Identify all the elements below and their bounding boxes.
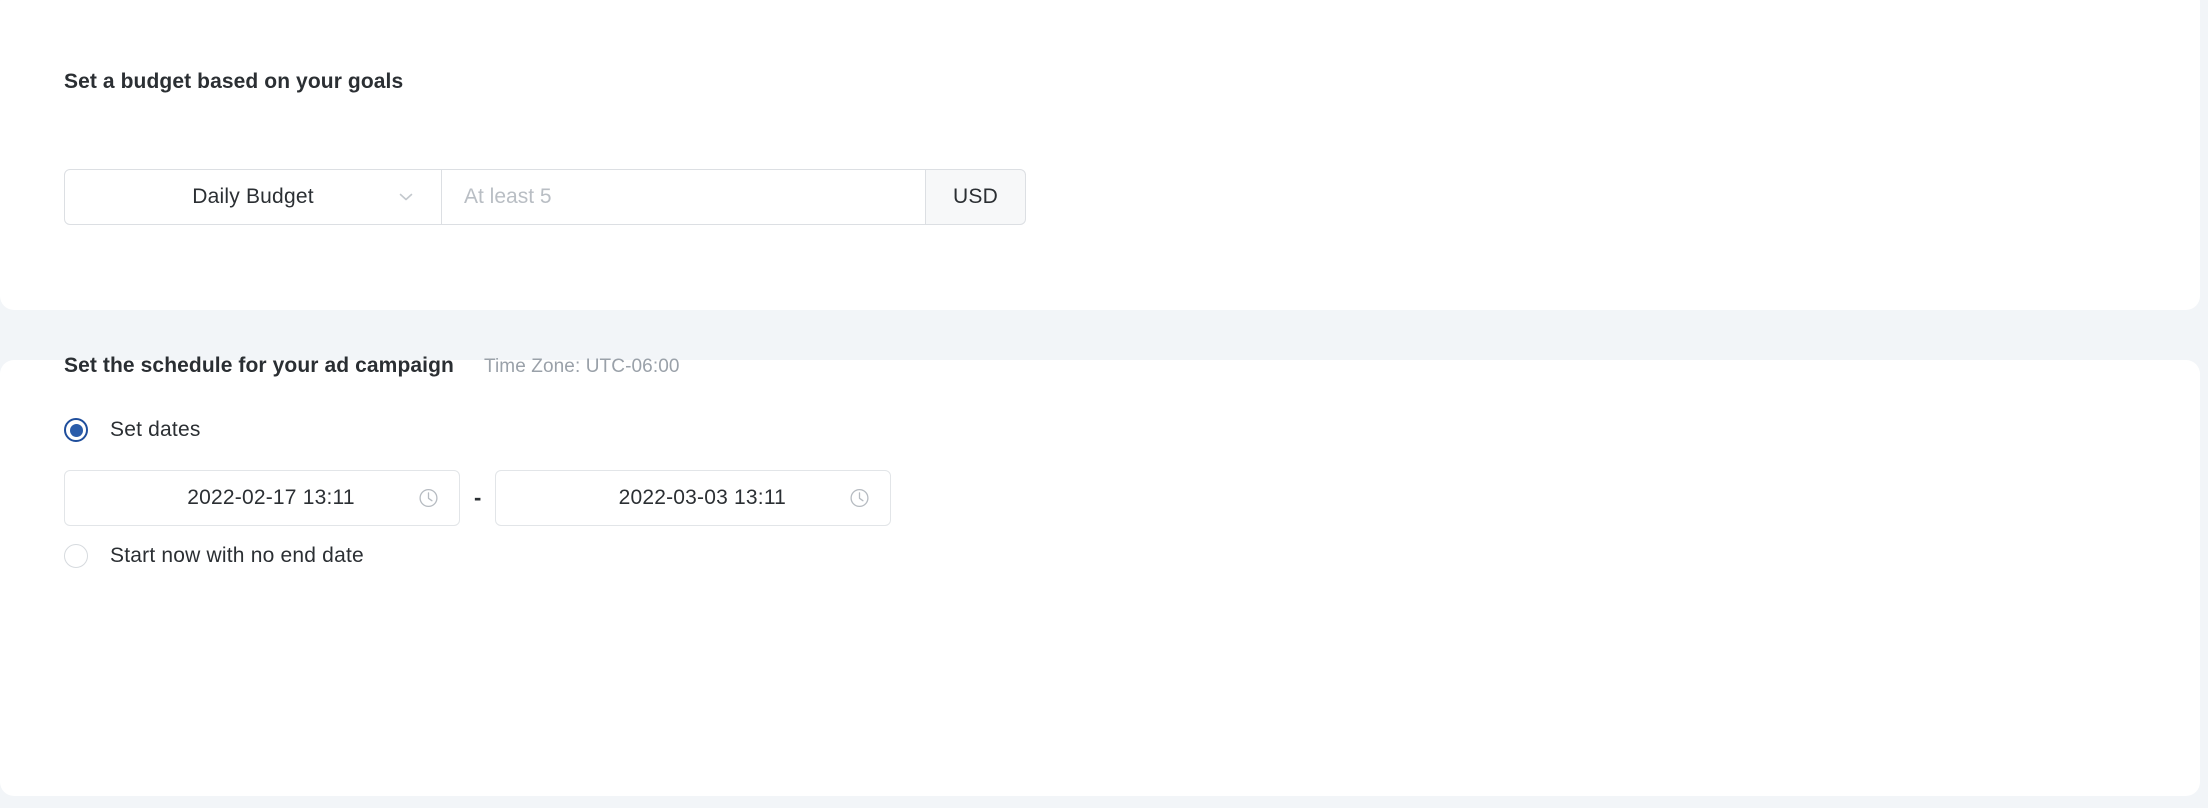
budget-section-heading: Set a budget based on your goals	[64, 70, 403, 94]
date-range-separator: -	[474, 485, 482, 510]
ad-campaign-settings-page: Set a budget based on your goals Daily B…	[0, 0, 2208, 808]
radio-label-start-now: Start now with no end date	[110, 544, 364, 567]
budget-type-selected-value: Daily Budget	[192, 185, 314, 208]
radio-selected-icon[interactable]	[64, 418, 88, 442]
date-range-group: 2022-02-17 13:11 - 2022-03-03 13:11	[64, 470, 892, 526]
start-date-field[interactable]: 2022-02-17 13:11	[64, 470, 460, 526]
budget-type-select[interactable]: Daily Budget	[64, 169, 442, 225]
budget-input-group: Daily Budget USD	[64, 169, 1026, 225]
clock-icon[interactable]	[849, 488, 870, 509]
end-date-field[interactable]: 2022-03-03 13:11	[495, 470, 892, 526]
budget-section-title: Set a budget based on your goals	[64, 70, 404, 93]
start-date-value: 2022-02-17 13:11	[187, 486, 355, 509]
budget-amount-input[interactable]	[442, 169, 926, 225]
end-date-value: 2022-03-03 13:11	[618, 486, 787, 509]
schedule-section-heading: Set the schedule for your ad campaign Ti…	[64, 354, 680, 378]
radio-label-set-dates: Set dates	[110, 418, 201, 441]
budget-currency-label: USD	[953, 185, 998, 208]
schedule-section-title: Set the schedule for your ad campaign	[64, 354, 454, 377]
budget-card: Set a budget based on your goals Daily B…	[0, 0, 2200, 310]
clock-icon[interactable]	[418, 488, 439, 509]
radio-unselected-icon[interactable]	[64, 544, 88, 568]
radio-option-set-dates[interactable]: Set dates	[64, 418, 201, 442]
budget-currency-suffix: USD	[926, 169, 1026, 225]
schedule-card: Set the schedule for your ad campaign Ti…	[0, 354, 2200, 796]
radio-option-start-now[interactable]: Start now with no end date	[64, 544, 364, 568]
radio-dot	[69, 423, 83, 437]
schedule-timezone-label: Time Zone: UTC-06:00	[483, 356, 680, 377]
chevron-down-icon	[397, 188, 415, 206]
